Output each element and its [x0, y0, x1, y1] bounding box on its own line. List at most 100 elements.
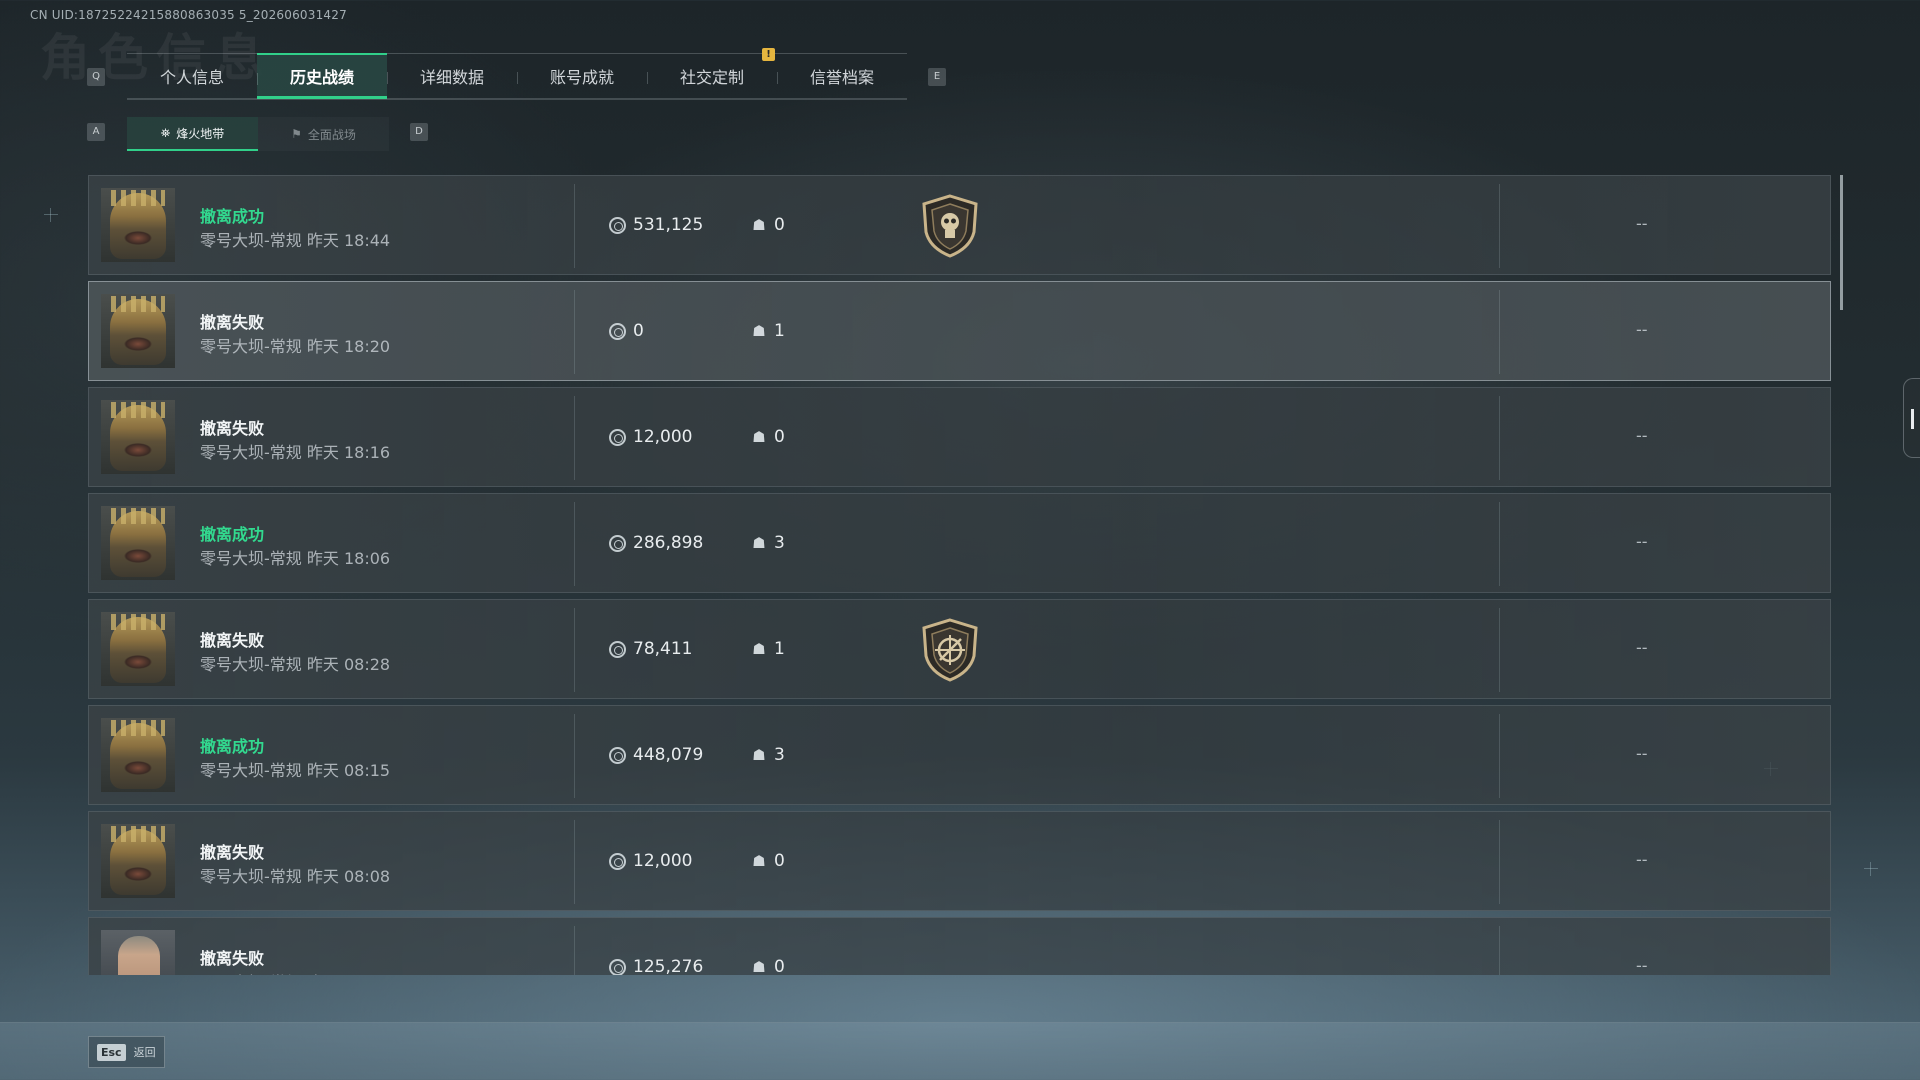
match-time: 昨天 18:20 — [306, 337, 391, 356]
haul-value: 531,125 — [609, 215, 703, 235]
kill-count: ☗ 3 — [752, 533, 785, 553]
column-divider — [574, 820, 575, 904]
match-row[interactable]: 撤离失败 零号大坝-常规 昨天 08:08 12,000 ☗ 0 -- — [88, 811, 1831, 911]
match-time: 昨天 08:15 — [306, 761, 391, 780]
haul-value-text: 78,411 — [633, 639, 693, 659]
column-divider — [1499, 396, 1500, 480]
coin-icon — [609, 216, 626, 234]
coin-icon — [609, 746, 626, 764]
column-divider — [1499, 608, 1500, 692]
skull-icon: ☗ — [752, 958, 766, 975]
column-divider — [574, 184, 575, 268]
skull-icon: ☗ — [752, 852, 766, 870]
esc-key-hint: Esc — [97, 1043, 126, 1061]
subtab-beacon-zone[interactable]: ⛯ 烽火地带 — [127, 117, 258, 151]
haul-value-text: 125,276 — [633, 957, 704, 975]
next-tab-key-hint[interactable]: E — [928, 68, 946, 86]
kill-count: ☗ 0 — [752, 851, 785, 871]
next-subtab-key-hint[interactable]: D — [410, 123, 428, 141]
match-row[interactable]: 撤离失败 零号大坝-常规 昨天 18:20 0 ☗ 1 -- — [88, 281, 1831, 381]
match-map-time: 零号大坝-常规 昨天 18:20 — [200, 333, 390, 357]
extra-value: -- — [1636, 320, 1648, 339]
match-map-time: 零号大坝-常规 昨天 18:06 — [200, 545, 390, 569]
tab-personal-info[interactable]: 个人信息 — [127, 54, 257, 98]
match-map-time: 零号大坝-常规 昨天 18:44 — [200, 227, 390, 251]
map-name: 零号大坝-常规 — [200, 655, 302, 674]
tab-alert-badge: ! — [762, 48, 775, 61]
tab-social-custom[interactable]: 社交定制 — [647, 54, 777, 98]
prev-subtab-key-hint[interactable]: A — [87, 123, 105, 141]
kill-count-text: 0 — [774, 215, 785, 235]
kill-count-text: 0 — [774, 851, 785, 871]
column-divider — [574, 396, 575, 480]
kill-count-text: 1 — [774, 321, 785, 341]
column-divider — [1499, 502, 1500, 586]
coin-icon — [609, 534, 626, 552]
mode-subtabs: ⛯ 烽火地带 ⚑ 全面战场 — [127, 117, 389, 151]
match-map-time: 零号大坝-常规 昨天 18:16 — [200, 439, 390, 463]
kill-count-text: 1 — [774, 639, 785, 659]
extra-value: -- — [1636, 956, 1648, 975]
haul-value-text: 531,125 — [633, 215, 704, 235]
extra-value: -- — [1636, 638, 1648, 657]
match-map-time: 零号大坝-常规 昨天 08:15 — [200, 757, 390, 781]
extraction-status: 撤离失败 — [200, 419, 265, 438]
kill-count-text: 3 — [774, 745, 785, 765]
column-divider — [1499, 820, 1500, 904]
subtab-full-battlefield[interactable]: ⚑ 全面战场 — [258, 117, 389, 151]
match-history-list: 撤离成功 零号大坝-常规 昨天 18:44 531,125 ☗ 0 -- 撤离失败 零号大坝-… — [88, 175, 1831, 975]
extraction-status: 撤离失败 — [200, 949, 265, 968]
coin-icon — [609, 958, 626, 975]
coin-icon — [609, 852, 626, 870]
match-row[interactable]: 撤离成功 零号大坝-常规 昨天 18:44 531,125 ☗ 0 -- — [88, 175, 1831, 275]
haul-value: 0 — [609, 321, 644, 341]
crosshair-shield-badge-icon — [920, 618, 980, 682]
match-row[interactable]: 撤离失败零号大坝-常规 昨天 08:00125,276☗0-- — [88, 917, 1831, 975]
match-time: 昨天 08:28 — [306, 655, 391, 674]
map-name: 零号大坝-常规 — [200, 231, 302, 250]
side-panel-handle[interactable] — [1903, 378, 1920, 458]
map-name: 零号大坝-常规 — [200, 549, 302, 568]
kill-count: ☗ 1 — [752, 321, 785, 341]
operator-avatar — [101, 930, 175, 975]
extra-value: -- — [1636, 532, 1648, 551]
coin-icon — [609, 428, 626, 446]
match-row[interactable]: 撤离成功 零号大坝-常规 昨天 08:15 448,079 ☗ 3 -- — [88, 705, 1831, 805]
column-divider — [574, 926, 575, 975]
back-button[interactable]: Esc 返回 — [88, 1036, 165, 1068]
haul-value: 125,276 — [609, 957, 703, 975]
tab-credit-record[interactable]: 信誉档案 — [777, 54, 907, 98]
column-divider — [1499, 184, 1500, 268]
operator-avatar — [101, 824, 175, 898]
haul-value: 448,079 — [609, 745, 703, 765]
match-row[interactable]: 撤离失败 零号大坝-常规 昨天 08:28 78,411 ☗ 1 -- — [88, 599, 1831, 699]
haul-value-text: 286,898 — [633, 533, 704, 553]
operator-avatar — [101, 506, 175, 580]
operator-avatar — [101, 400, 175, 474]
match-row[interactable]: 撤离成功 零号大坝-常规 昨天 18:06 286,898 ☗ 3 -- — [88, 493, 1831, 593]
tab-achievements[interactable]: 账号成就 — [517, 54, 647, 98]
skull-icon: ☗ — [752, 428, 766, 446]
prev-tab-key-hint[interactable]: Q — [87, 68, 105, 86]
column-divider — [574, 714, 575, 798]
match-time: 昨天 18:06 — [306, 549, 391, 568]
match-time: 昨天 08:00 — [307, 973, 390, 975]
tab-detailed-data[interactable]: 详细数据 — [387, 54, 517, 98]
haul-value-text: 448,079 — [633, 745, 704, 765]
map-name: 零号大坝-常规 — [200, 761, 302, 780]
skull-icon: ☗ — [752, 640, 766, 658]
kill-count: ☗ 0 — [752, 215, 785, 235]
list-scrollbar[interactable] — [1840, 175, 1843, 310]
haul-value-text: 12,000 — [633, 851, 693, 871]
kill-count-text: 3 — [774, 533, 785, 553]
extraction-status: 撤离成功 — [200, 207, 265, 226]
extra-value: -- — [1636, 214, 1648, 233]
kill-count: ☗ 0 — [752, 957, 785, 975]
extra-value: -- — [1636, 426, 1648, 445]
crosshair-decor — [44, 208, 58, 222]
skull-shield-badge-icon — [920, 194, 980, 258]
tab-match-history[interactable]: 历史战绩 — [257, 53, 387, 99]
match-row[interactable]: 撤离失败 零号大坝-常规 昨天 18:16 12,000 ☗ 0 -- — [88, 387, 1831, 487]
match-time: 昨天 18:16 — [306, 443, 391, 462]
map-name: 零号大坝-常规 — [200, 867, 302, 886]
